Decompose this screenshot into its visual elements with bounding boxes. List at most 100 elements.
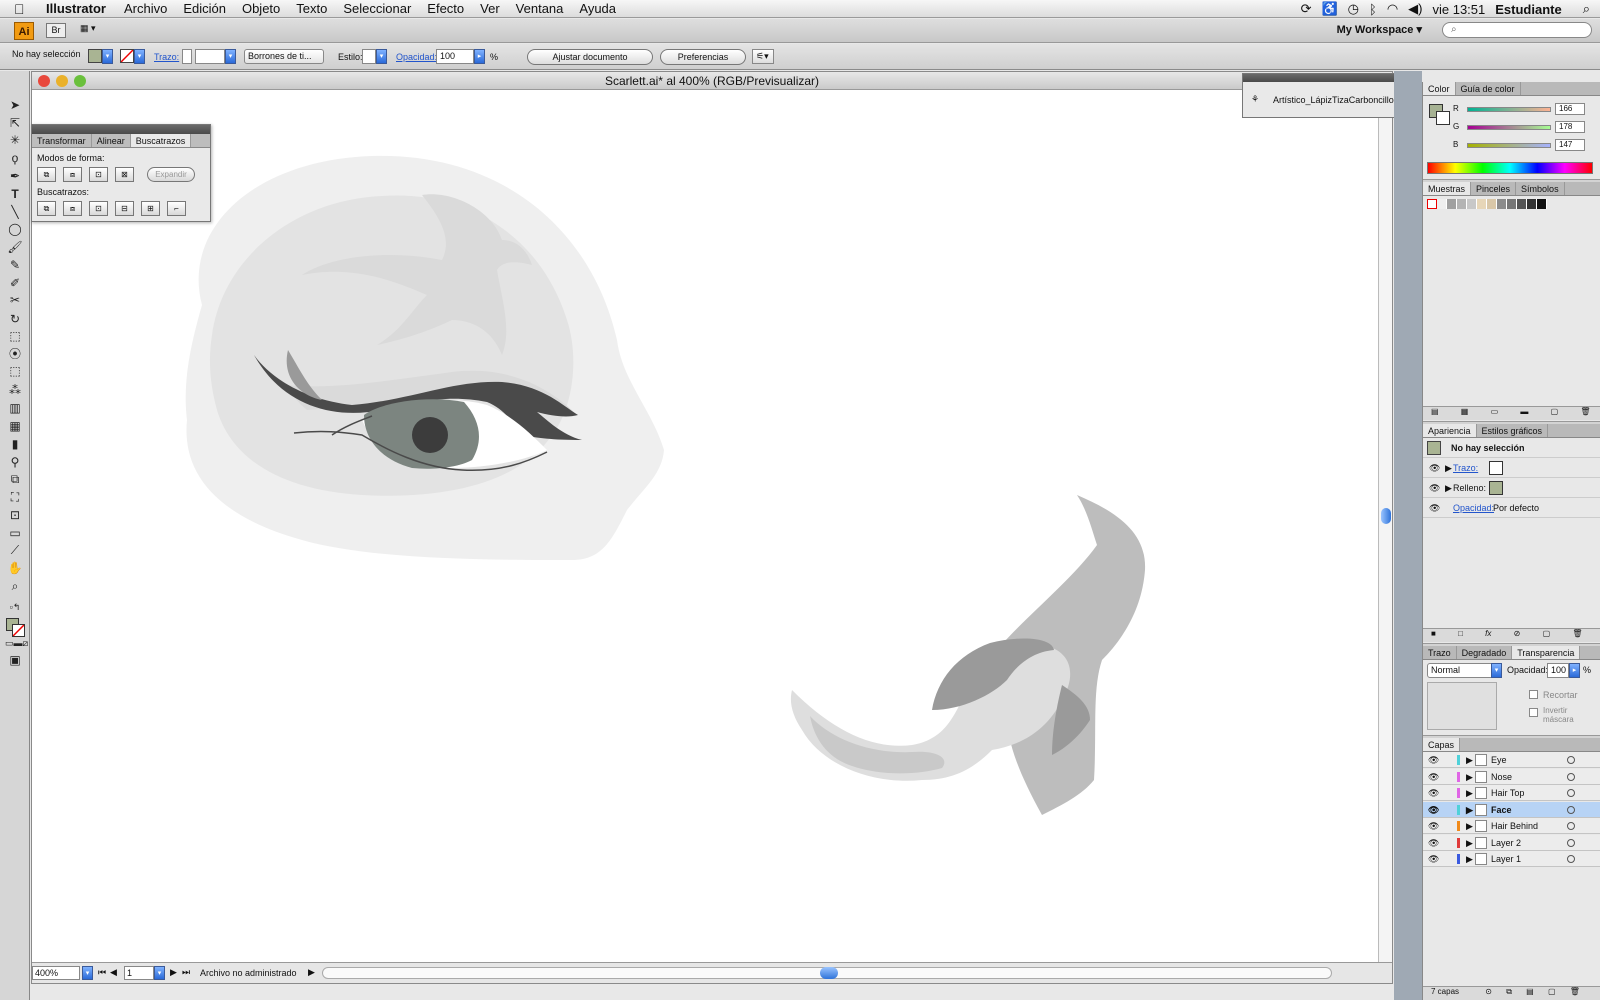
minus-back-icon[interactable]: ⌐	[167, 201, 186, 216]
sync-icon[interactable]: ⟳	[1301, 1, 1312, 17]
expand-button[interactable]: Expandir	[147, 167, 195, 182]
fx-icon[interactable]: fx	[1485, 629, 1491, 638]
eye-icon[interactable]: 👁	[1428, 802, 1439, 818]
blue-value[interactable]: 147	[1555, 139, 1585, 151]
swatch[interactable]	[1447, 199, 1457, 209]
tab-color-guide[interactable]: Guía de color	[1456, 82, 1521, 95]
next-artboard-icon[interactable]: ▶	[170, 967, 177, 978]
tab-transparency[interactable]: Transparencia	[1512, 646, 1581, 659]
appearance-stroke-row[interactable]: 👁 ▶ Trazo:	[1423, 458, 1600, 478]
accessibility-icon[interactable]: ♿	[1321, 1, 1337, 17]
eye-icon[interactable]: 👁	[1428, 785, 1439, 801]
layer-row[interactable]: 👁 ▶ Hair Behind	[1423, 818, 1600, 834]
lasso-tool-icon[interactable]: ϙ	[5, 150, 25, 166]
clip-checkbox[interactable]	[1529, 690, 1538, 699]
menu-ayuda[interactable]: Ayuda	[579, 1, 616, 16]
layer-name[interactable]: Layer 1	[1491, 851, 1521, 867]
new-swatch-icon[interactable]: ▢	[1551, 407, 1559, 416]
expand-triangle-icon[interactable]: ▶	[1466, 818, 1473, 834]
new-color-group-icon[interactable]: ▬	[1520, 407, 1528, 416]
eye-icon[interactable]: 👁	[1429, 478, 1440, 498]
transparency-opacity-dropdown-icon[interactable]: ▸	[1569, 663, 1580, 678]
layer-row[interactable]: 👁 ▶ Face	[1423, 801, 1600, 818]
tab-color[interactable]: Color	[1423, 82, 1456, 95]
layer-target-icon[interactable]	[1567, 805, 1575, 814]
green-value[interactable]: 178	[1555, 121, 1585, 133]
swatch[interactable]	[1487, 199, 1497, 209]
free-transform-tool-icon[interactable]: ⬚	[5, 363, 25, 379]
add-fill-icon[interactable]: □	[1458, 629, 1463, 638]
panel-grip[interactable]	[1243, 74, 1401, 82]
stroke-dropdown-icon[interactable]: ▾	[134, 49, 145, 64]
blob-brush-tool-icon[interactable]: ✐	[5, 275, 25, 291]
crop-icon[interactable]: ⊟	[115, 201, 134, 216]
layer-name[interactable]: Hair Behind	[1491, 818, 1538, 834]
swatch-registration[interactable]	[1437, 199, 1447, 209]
fill-swatch[interactable]	[88, 49, 102, 63]
opacity-dropdown-icon[interactable]: ▸	[474, 49, 485, 64]
scale-tool-icon[interactable]: ⬚	[5, 328, 25, 344]
eye-icon[interactable]: 👁	[1429, 458, 1440, 478]
tab-graphic-styles[interactable]: Estilos gráficos	[1477, 424, 1549, 437]
make-clipping-mask-icon[interactable]: ⧉	[1506, 987, 1512, 996]
green-track[interactable]	[1467, 125, 1551, 130]
volume-icon[interactable]: ◀)	[1408, 1, 1422, 17]
divide-icon[interactable]: ⧉	[37, 201, 56, 216]
help-search-input[interactable]: ⌕	[1442, 22, 1592, 38]
bridge-button[interactable]: Br	[46, 23, 66, 38]
prev-artboard-icon[interactable]: ◀	[110, 967, 117, 978]
pen-tool-icon[interactable]: ✒	[5, 168, 25, 184]
stroke-weight-dropdown-icon[interactable]: ▾	[225, 49, 236, 64]
delete-layer-icon[interactable]: 🗑	[1570, 987, 1580, 996]
layer-row[interactable]: 👁 ▶ Layer 1	[1423, 851, 1600, 867]
tab-brushes[interactable]: Pinceles	[1471, 182, 1517, 195]
panel-grip[interactable]	[32, 125, 210, 134]
layer-name[interactable]: Face	[1491, 802, 1512, 818]
expand-triangle-icon[interactable]: ▶	[1466, 752, 1473, 768]
invert-mask-checkbox[interactable]	[1529, 708, 1538, 717]
paintbrush-tool-icon[interactable]: 🖌	[5, 239, 25, 255]
transparency-opacity-field[interactable]: 100	[1547, 663, 1569, 678]
intersect-icon[interactable]: ⊡	[89, 167, 108, 182]
fit-document-button[interactable]: Ajustar documento	[527, 49, 653, 65]
workspace-switcher[interactable]: My Workspace ▾	[1337, 23, 1422, 36]
layer-name[interactable]: Layer 2	[1491, 835, 1521, 851]
expand-triangle-icon[interactable]: ▶	[1466, 785, 1473, 801]
appearance-opacity-label[interactable]: Opacidad:	[1453, 498, 1494, 518]
add-stroke-icon[interactable]: ■	[1431, 629, 1436, 638]
live-paint-selection-tool-icon[interactable]: ⊡	[5, 507, 25, 523]
swatch[interactable]	[1507, 199, 1517, 209]
swap-fill-stroke-icon[interactable]: ▫↰	[5, 599, 25, 615]
magic-wand-tool-icon[interactable]: ✳	[5, 132, 25, 148]
tab-gradient[interactable]: Degradado	[1457, 646, 1513, 659]
swatch[interactable]	[1497, 199, 1507, 209]
artboard-number-field[interactable]: 1	[124, 966, 154, 980]
color-modes-icon[interactable]: ▭▬⧄	[5, 635, 28, 651]
screen-mode-icon[interactable]: ▣	[5, 652, 25, 668]
duplicate-item-icon[interactable]: ▢	[1543, 629, 1551, 638]
horizontal-scroll-thumb[interactable]	[820, 967, 838, 979]
zoom-dropdown-icon[interactable]: ▾	[82, 966, 93, 980]
style-dropdown-icon[interactable]: ▾	[376, 49, 387, 64]
line-tool-icon[interactable]: ╲	[5, 204, 25, 220]
swatch[interactable]	[1527, 199, 1537, 209]
zoom-field[interactable]: 400%	[32, 966, 80, 980]
layer-target-icon[interactable]	[1567, 789, 1575, 797]
hand-tool-icon[interactable]: ✋	[5, 560, 25, 576]
style-swatch[interactable]	[362, 49, 376, 64]
swatch-none[interactable]	[1427, 199, 1437, 209]
zoom-window-icon[interactable]	[74, 75, 86, 87]
vertical-scrollbar[interactable]	[1378, 90, 1392, 962]
live-paint-tool-icon[interactable]: ⛶	[5, 489, 25, 505]
slice-tool-icon[interactable]: ⟋	[5, 542, 25, 558]
spotlight-icon[interactable]: ⌕	[1583, 1, 1590, 17]
unite-icon[interactable]: ⧉	[37, 167, 56, 182]
red-track[interactable]	[1467, 107, 1551, 112]
layer-name[interactable]: Hair Top	[1491, 785, 1524, 801]
fill-dropdown-icon[interactable]: ▾	[102, 49, 113, 64]
layer-target-icon[interactable]	[1567, 822, 1575, 830]
trim-icon[interactable]: ⧈	[63, 201, 82, 216]
layer-name[interactable]: Nose	[1491, 769, 1512, 785]
appearance-stroke-swatch[interactable]	[1489, 461, 1503, 475]
ellipse-tool-icon[interactable]: ◯	[5, 221, 25, 237]
